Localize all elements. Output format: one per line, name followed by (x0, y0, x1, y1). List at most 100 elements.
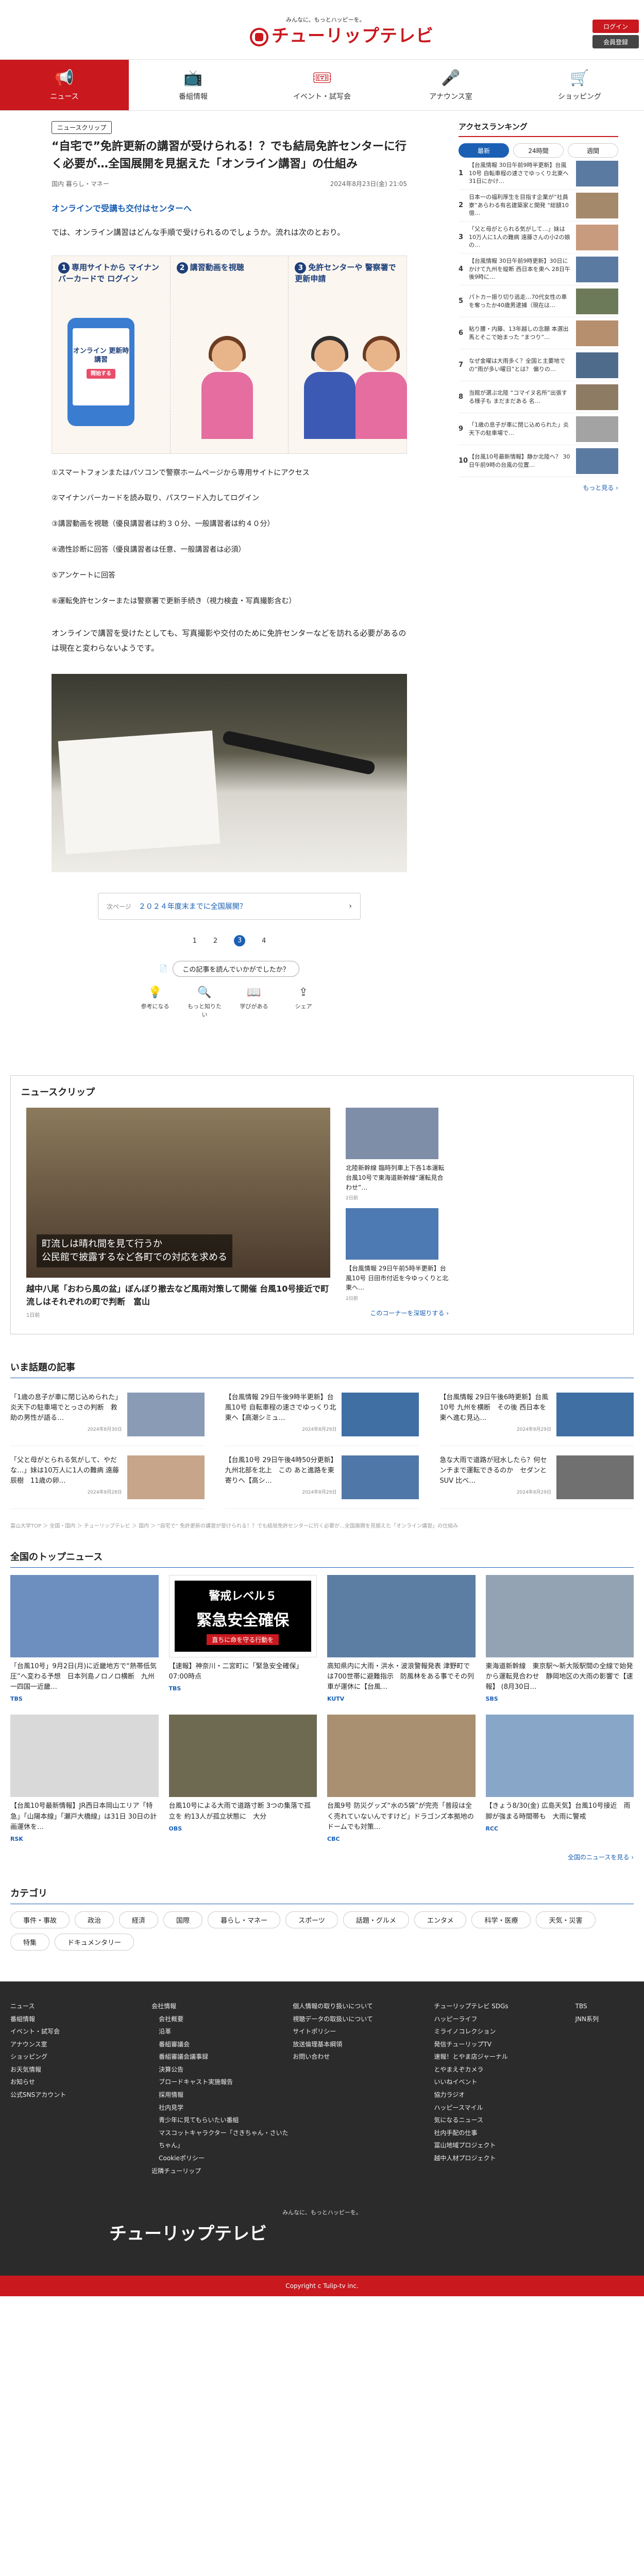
ranking-item[interactable]: 6 粘り腰・内藤、13年越しの念願 本選出馬とそこで始まった “まつり”… (459, 317, 618, 349)
footer-link[interactable]: 冨山地域プロジェクト (434, 2139, 575, 2152)
category-chip[interactable]: 暮らし・マネー (208, 1911, 281, 1928)
share-button[interactable]: ⇪ シェア (285, 986, 321, 1019)
ranking-item[interactable]: 4 【台風情報 30日午前9時更新】30日にかけて九州を縦断 西日本を東へ 28日… (459, 253, 618, 285)
top-news-card[interactable]: 高知県内に大雨・洪水・波浪警報発表 津野町では700世帯に避難指示 防風林をある… (327, 1575, 476, 1702)
ranking-more-link[interactable]: もっと見る › (459, 483, 618, 492)
category-chip[interactable]: 経済 (119, 1911, 159, 1928)
footer-link[interactable]: ショッピング (10, 2050, 151, 2063)
site-logo[interactable]: みんなに、もっとハッピーを。 チューリップテレビ (250, 15, 433, 46)
footer-link[interactable]: いいねイベント (434, 2076, 575, 2089)
top-news-card[interactable]: 【台風10号最新情報】JR西日本岡山エリア「特急」「山陽本線」「瀬戸大橋線」は3… (10, 1715, 159, 1842)
footer-link[interactable]: 決算公告 (151, 2063, 293, 2076)
category-chip[interactable]: 科学・医療 (471, 1911, 531, 1928)
tab-24h[interactable]: 24時間 (513, 143, 564, 158)
footer-link[interactable]: JNN系列 (575, 2013, 634, 2026)
category-chip[interactable]: 天気・災害 (536, 1911, 596, 1928)
clip-main-card[interactable]: 町流しは晴れ間を見て行うか 公民館で披露するなど各町での対応を求める 越中八尾「お… (26, 1108, 335, 1318)
register-button[interactable]: 会員登録 (592, 35, 639, 48)
reaction-helpful-button[interactable]: 💡 参考になる (137, 986, 173, 1019)
ranking-item[interactable]: 2 日本一の福利厚生を目指す企業が“社員寮”あらわる有名建築家と開発 “総額10億… (459, 190, 618, 222)
top-news-card[interactable]: 台風9号 防災グッズ“水の5袋”が完売「普段は全く売れていないんですけど」ドラゴ… (327, 1715, 476, 1842)
footer-logo[interactable]: みんなに、もっとハッピーを。 チューリップテレビ (10, 2208, 634, 2245)
nav-item-news[interactable]: 📢 ニュース (0, 60, 129, 110)
footer-link[interactable]: 沿革 (151, 2025, 293, 2038)
trending-item[interactable]: 【台風情報 29日午後9時半更新】台風10号 自転車程の速さでゆっくり北東へ【高… (225, 1383, 419, 1447)
footer-link[interactable]: お天気情報 (10, 2063, 151, 2076)
footer-link[interactable]: ミライノコレクション (434, 2025, 575, 2038)
clip-sub-card[interactable]: 北陸新幹線 臨時列車上下各1本運転 台風10号で東海道新幹線“運転見合わせ”… … (346, 1108, 450, 1201)
footer-link[interactable]: 番組審議会議事録 (151, 2050, 293, 2063)
footer-link[interactable]: Cookieポリシー (151, 2152, 293, 2165)
footer-link[interactable]: 公式SNSアカウント (10, 2089, 151, 2102)
category-chip[interactable]: エンタメ (414, 1911, 467, 1928)
category-chip[interactable]: ドキュメンタリー (55, 1933, 134, 1951)
footer-link[interactable]: お知らせ (10, 2076, 151, 2089)
ranking-item[interactable]: 10 【台風10号最新情報】静か北陸へ？ 30日午前9時の台風の位置… (459, 445, 618, 477)
nav-item-programs[interactable]: 📺 番組情報 (129, 60, 258, 110)
page-link[interactable]: 1 (193, 937, 197, 945)
trending-item[interactable]: 「1歳の息子が車に閉じ込められた」炎天下の駐車場でとっさの判断 救助の男性が語る… (10, 1383, 205, 1447)
breadcrumb[interactable]: 富山大学TOP ＞ 全国・国内 ＞ チューリップテレビ ＞ 国内 ＞ “自宅で”… (10, 1521, 644, 1529)
footer-link[interactable]: イベント・試写会 (10, 2025, 151, 2038)
login-button[interactable]: ログイン (592, 20, 639, 33)
footer-link[interactable]: 青少年に見てもらいたい番組 (151, 2114, 293, 2127)
tab-latest[interactable]: 最新 (459, 143, 509, 158)
footer-link[interactable]: 会社情報 (151, 2000, 293, 2013)
top-news-card[interactable]: 「台風10号」9月2日(月)に近畿地方で“熱帯低気圧”へ変わる予想 日本列島ノロ… (10, 1575, 159, 1702)
footer-link[interactable]: 気になるニュース (434, 2114, 575, 2127)
article-category[interactable]: 国内 暮らし・マネー (52, 179, 109, 188)
category-chip[interactable]: 政治 (75, 1911, 114, 1928)
page-link[interactable]: 4 (262, 937, 266, 945)
top-news-card[interactable]: 【きょう8/30(金) 広島天気】台風10号接近 雨脚が強まる時間帯も 大雨に警… (485, 1715, 634, 1842)
footer-link[interactable]: TBS (575, 2000, 634, 2013)
footer-link[interactable]: とやまえぞカメラ (434, 2063, 575, 2076)
footer-link[interactable]: アナウンス室 (10, 2038, 151, 2051)
footer-link[interactable]: 放送倫理基本綱領 (293, 2038, 434, 2051)
trending-item[interactable]: 【台風10号 29日午後4時50分更新】九州北部を北上 この あと進路を東寄りへ… (225, 1446, 419, 1510)
footer-link[interactable]: 近隣チューリップ (151, 2165, 293, 2178)
category-chip[interactable]: 特集 (10, 1933, 50, 1951)
reaction-learn-button[interactable]: 📖 学びがある (236, 986, 272, 1019)
tab-weekly[interactable]: 週間 (568, 143, 618, 158)
ranking-item[interactable]: 7 なぜ金曜は大雨多く？全国と主要地での“雨が多い曜日”とは？ 偏りの… (459, 349, 618, 381)
trending-item[interactable]: 急な大雨で道路が冠水したら？何センチまで運転できるのか セダンとSUV 比べ… 2… (439, 1446, 634, 1510)
footer-link[interactable]: 越中人材プロジェクト (434, 2152, 575, 2165)
ranking-item[interactable]: 1 【台風情報 30日午前9時半更新】台風10号 自転車程の速さでゆっくり北東へ … (459, 158, 618, 190)
top-news-card[interactable]: 東海道新幹線 東京駅〜新大阪駅間の全線で始発から運転見合わせ 静岡地区の大雨の影… (485, 1575, 634, 1702)
footer-link[interactable]: 速報！とやま店ジャーナル (434, 2050, 575, 2063)
footer-link[interactable]: 採用情報 (151, 2089, 293, 2102)
footer-link[interactable]: ハッピースマイル (434, 2102, 575, 2114)
page-link[interactable]: 2 (213, 937, 217, 945)
category-chip[interactable]: 話題・グルメ (343, 1911, 409, 1928)
footer-link[interactable]: お問い合わせ (293, 2050, 434, 2063)
ranking-item[interactable]: 8 当館が選ぶ北陸 “コマイヌ名所”出張する様子も まだまだある 名… (459, 381, 618, 413)
footer-link[interactable]: 社内手配の仕事 (434, 2127, 575, 2140)
category-chip[interactable]: 国際 (163, 1911, 203, 1928)
footer-link[interactable]: 視聴データの取扱いについて (293, 2013, 434, 2026)
ranking-item[interactable]: 9 「1歳の息子が車に閉じ込められた」炎天下の駐車場で… (459, 413, 618, 445)
top-news-more-link[interactable]: 全国のニュースを見る › (10, 1853, 634, 1861)
ranking-item[interactable]: 5 パトカー振り切り逃走…70代女性の車を奪ったか40歳男逮捕（現在は… (459, 285, 618, 317)
footer-link[interactable]: 協力ラジオ (434, 2089, 575, 2102)
trending-item[interactable]: 「父と母がとられる気がして、やだな…」妹は10万人に1人の難病 遠藤辰樹 11歳… (10, 1446, 205, 1510)
reaction-more-button[interactable]: 🔍 もっと知りたい (187, 986, 223, 1019)
trending-item[interactable]: 【台風情報 29日午後6時更新】台風10号 九州を横断 その後 西日本を東へ進む… (439, 1383, 634, 1447)
article-tag[interactable]: ニュースクリップ (52, 121, 112, 134)
footer-link[interactable]: 番組審議会 (151, 2038, 293, 2051)
footer-link[interactable]: ニュース (10, 2000, 151, 2013)
clip-more-link[interactable]: このコーナーを深堀りする › (346, 1309, 449, 1317)
footer-link[interactable]: サイトポリシー (293, 2025, 434, 2038)
clip-sub-card[interactable]: 【台風情報 29日午前5時半更新】台風10号 日田市付近を今ゆっくりと北東へ… … (346, 1208, 449, 1301)
footer-link[interactable]: 番組情報 (10, 2013, 151, 2026)
ranking-item[interactable]: 3 「父と母がとられる気がして…」妹は10万人に1人の難病 遠藤さんの小2の娘の… (459, 222, 618, 253)
top-news-card[interactable]: 警戒レベル５ 緊急安全確保 直ちに命を守る行動を 【速報】神奈川・二宮町に「緊急安全確… (168, 1575, 317, 1702)
footer-link[interactable]: ハッピーライフ (434, 2013, 575, 2026)
next-page-link[interactable]: 次ページ ２０２４年度末までに全国展開？ › (98, 893, 361, 920)
nav-item-announcers[interactable]: 🎤 アナウンス室 (386, 60, 515, 110)
footer-link[interactable]: マスコットキャラクター「さきちゃん・さいたちゃん」 (151, 2127, 293, 2152)
footer-link[interactable]: チューリップテレビ SDGs (434, 2000, 575, 2013)
nav-item-events[interactable]: 🎟 イベント・試写会 (258, 60, 386, 110)
category-chip[interactable]: スポーツ (285, 1911, 338, 1928)
footer-link[interactable]: 会社概要 (151, 2013, 293, 2026)
section-heading-link[interactable]: オンラインで受講も交付はセンターへ (52, 201, 407, 214)
